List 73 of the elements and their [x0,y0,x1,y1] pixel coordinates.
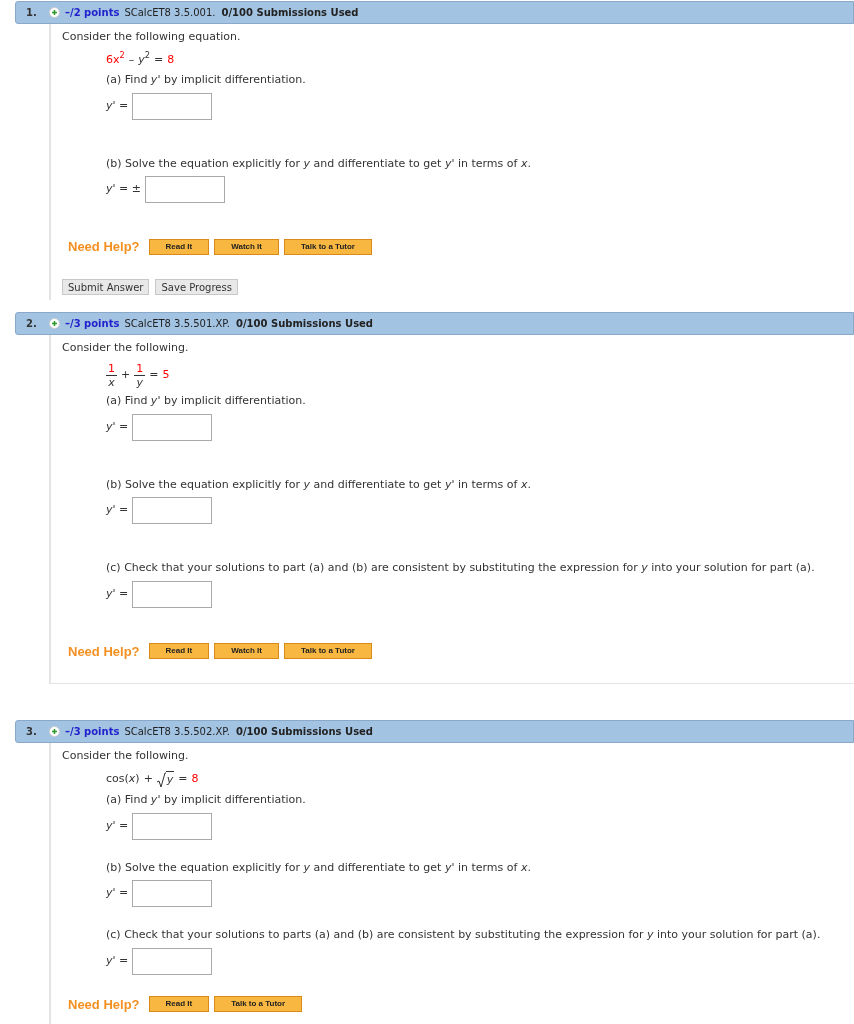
part-instruction: (b) Solve the equation explicitly for y and differentiate to get y' in terms of x. [106,860,531,874]
equation-term: 6x$^{2}$ [106,51,125,68]
equation-term: 5 [162,367,170,384]
answer-label: y' = [106,97,129,114]
submissions-text: 0/100 Submissions Used [235,316,374,331]
equation-term: cos(x) [106,771,140,787]
part-instruction: (a) Find y' by implicit differentiation. [106,793,306,806]
part-instruction: (b) Solve the equation explicitly for y and differentiate to get y' in terms of x. [106,477,531,491]
points-text: –/3 points [65,725,120,739]
help-button[interactable]: Talk to a Tutor [284,238,372,255]
part-instruction: (a) Find y' by implicit differentiation. [106,394,306,407]
part-instruction: (a) Find y' by implicit differentiation. [106,73,306,86]
action-button[interactable]: Save Progress [155,278,238,295]
help-button[interactable]: Read It [148,996,210,1013]
equation-operator: – [128,51,135,68]
part-instruction: (b) Solve the equation explicitly for y and differentiate to get y' in terms of x. [106,156,531,170]
submissions-text: 0/100 Submissions Used [235,725,374,739]
question-number: 1. [25,6,38,20]
question-intro: Consider the following. [62,748,190,764]
answer-field[interactable] [132,497,213,524]
help-button[interactable]: Talk to a Tutor [284,643,372,660]
need-help-label: Need Help? [68,238,140,256]
expand-plus-icon[interactable] [49,7,60,18]
answer-label: y' = [106,817,129,834]
equation-term: y [165,770,175,788]
help-button[interactable]: Read It [148,238,210,255]
answer-field[interactable] [144,176,225,203]
answer-label: y' = [106,418,129,435]
equation-term: 8 [191,771,199,787]
action-button[interactable]: Submit Answer [62,278,150,295]
help-button[interactable]: Watch It [214,238,279,255]
answer-label: y' = [106,952,129,969]
need-help-label: Need Help? [68,642,140,661]
question-number: 3. [25,725,38,739]
answer-field[interactable] [132,947,213,975]
equation-operator: + [143,771,153,787]
source-text: SCalcET8 3.5.502.XP. [124,725,230,739]
answer-field[interactable] [132,413,213,441]
part-instruction: (c) Check that your solutions to parts (a) and (b) are consistent by substituting the expression for y into your solution for part (a). [106,928,821,941]
equation-term: y$^{2}$ [138,51,151,68]
part-instruction: (c) Check that your solutions to part (a) and (b) are consistent by substituting the expression for y into your solution for part (a). [106,561,815,574]
answer-label: y' = [106,585,129,602]
answer-field[interactable] [132,880,213,907]
square-root-icon [156,772,166,788]
source-text: SCalcET8 3.5.501.XP. [124,316,230,331]
points-text: –/2 points [65,6,120,20]
answer-field[interactable] [132,580,213,608]
need-help-label: Need Help? [68,995,140,1014]
expand-plus-icon[interactable] [49,726,60,737]
fraction-denominator: y [136,376,143,389]
submissions-text: 0/100 Submissions Used [221,6,359,20]
answer-field[interactable] [132,812,213,840]
answer-field[interactable] [132,92,213,120]
equation-operator: = [149,367,159,384]
points-text: –/3 points [65,316,120,331]
help-button[interactable]: Talk to a Tutor [214,996,303,1013]
fraction-numerator: 1 [106,362,117,376]
equation-operator: = [178,771,188,787]
answer-label: y' = [106,502,129,519]
question-number: 2. [25,316,38,331]
equation-term: 8 [167,51,175,68]
source-text: SCalcET8 3.5.001. [124,6,216,20]
question-intro: Consider the following. [62,339,190,356]
fraction-denominator: x [108,376,115,389]
help-button[interactable]: Read It [148,643,210,660]
equation-operator: = [154,51,164,68]
expand-plus-icon[interactable] [49,317,60,329]
equation-operator: + [121,367,131,384]
fraction-numerator: 1 [134,362,146,376]
help-button[interactable]: Watch It [214,643,279,660]
question-intro: Consider the following equation. [62,29,242,45]
answer-label: y' = ± [106,181,141,198]
answer-label: y' = [106,885,129,902]
